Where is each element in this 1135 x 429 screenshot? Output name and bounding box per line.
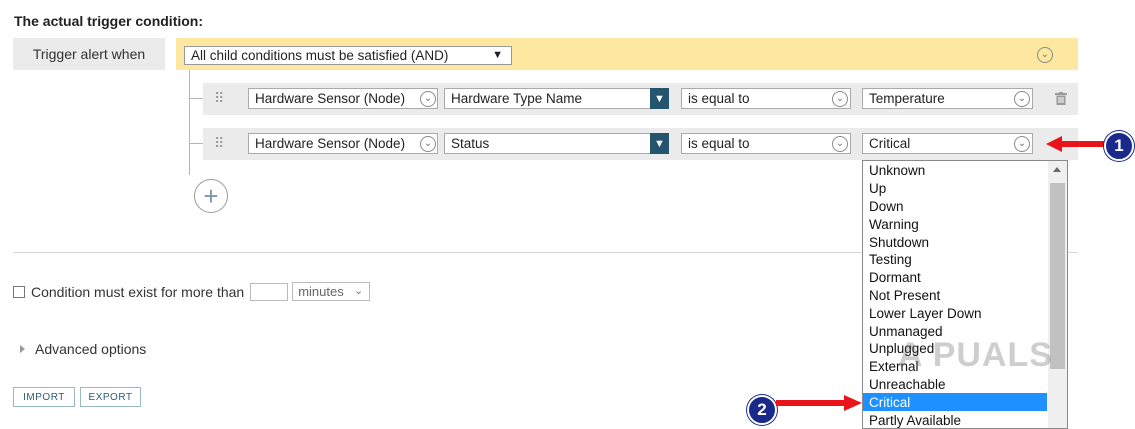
object-select-value: Hardware Sensor (Node)	[255, 136, 406, 151]
chevron-down-icon: ⌄	[354, 285, 364, 297]
combo-dropdown-button[interactable]: ▼	[650, 133, 669, 154]
value-select-value: Temperature	[869, 91, 945, 106]
dropdown-option[interactable]: Unreachable	[863, 376, 1047, 394]
combo-dropdown-button[interactable]: ▼	[650, 88, 669, 109]
drag-handle-icon[interactable]: ⠿	[214, 90, 224, 107]
dropdown-option[interactable]: Warning	[863, 215, 1047, 233]
duration-row: Condition must exist for more than minut…	[13, 282, 371, 301]
duration-label: Condition must exist for more than	[31, 283, 245, 300]
tree-branch	[189, 98, 203, 99]
dropdown-option[interactable]: Not Present	[863, 287, 1047, 305]
operator-select-value: is equal to	[688, 91, 750, 106]
chevron-down-icon: ▼	[492, 49, 503, 61]
drag-handle-icon[interactable]: ⠿	[214, 135, 224, 152]
chevron-down-icon: ⌄	[420, 91, 436, 107]
group-collapse-icon[interactable]: ⌄	[1037, 47, 1053, 63]
duration-input[interactable]	[250, 282, 289, 301]
caret-right-icon	[20, 345, 25, 353]
dropdown-option[interactable]: Critical	[863, 393, 1047, 412]
object-select[interactable]: Hardware Sensor (Node)	[248, 133, 438, 154]
operator-select-value: is equal to	[688, 136, 750, 151]
chevron-down-icon: ⌄	[832, 136, 848, 152]
annotation-badge-1: 1	[1104, 131, 1134, 161]
value-select-value: Critical	[869, 136, 911, 151]
duration-unit-value: minutes	[298, 284, 344, 299]
tree-line	[189, 70, 190, 175]
export-button[interactable]: EXPORT	[80, 387, 141, 407]
scroll-up-icon[interactable]	[1053, 167, 1061, 172]
dropdown-option[interactable]: Up	[863, 180, 1047, 198]
chevron-down-icon: ⌄	[1014, 91, 1030, 107]
annotation-badge-2: 2	[747, 395, 777, 425]
chevron-down-icon: ⌄	[1014, 136, 1030, 152]
annotation-arrow-2	[776, 395, 862, 411]
advanced-options-toggle[interactable]: Advanced options	[20, 341, 146, 357]
dropdown-option[interactable]: Lower Layer Down	[863, 304, 1047, 322]
dropdown-option[interactable]: Dormant	[863, 269, 1047, 287]
object-select-value: Hardware Sensor (Node)	[255, 91, 406, 106]
property-combo-value: Status	[451, 136, 490, 151]
watermark-logo: A PUALS	[898, 336, 1053, 374]
import-button[interactable]: IMPORT	[13, 387, 75, 407]
property-combo-value: Hardware Type Name	[451, 91, 583, 106]
object-select[interactable]: Hardware Sensor (Node)	[248, 88, 438, 109]
duration-unit-select[interactable]: minutes ⌄	[292, 282, 371, 301]
dropdown-option[interactable]: Testing	[863, 251, 1047, 269]
section-title: The actual trigger condition:	[14, 13, 204, 29]
dropdown-option[interactable]: Partly Available	[863, 411, 1047, 428]
property-combo-input[interactable]: Hardware Type Name	[444, 88, 651, 109]
value-select[interactable]: Temperature	[862, 88, 1033, 109]
operator-select[interactable]: is equal to	[681, 88, 851, 109]
annotation-arrow-1	[1046, 136, 1106, 152]
chevron-down-icon: ⌄	[420, 136, 436, 152]
tree-branch	[189, 143, 203, 144]
property-combo-input[interactable]: Status	[444, 133, 651, 154]
trigger-alert-label: Trigger alert when	[13, 38, 165, 70]
trash-icon[interactable]	[1055, 92, 1067, 105]
logic-select-value: All child conditions must be satisfied (…	[191, 48, 449, 63]
duration-checkbox[interactable]	[13, 285, 25, 298]
dropdown-option[interactable]: Unknown	[863, 162, 1047, 180]
logic-select[interactable]: All child conditions must be satisfied (…	[184, 46, 512, 65]
add-condition-button[interactable]: +	[194, 179, 228, 213]
chevron-down-icon: ⌄	[832, 91, 848, 107]
dropdown-option[interactable]: Down	[863, 198, 1047, 216]
dropdown-scrollbar[interactable]	[1048, 161, 1067, 428]
value-dropdown-list[interactable]: Unknown Up Down Warning Shutdown Testing Dorma…	[862, 160, 1068, 429]
value-select[interactable]: Critical	[862, 133, 1033, 154]
advanced-options-label: Advanced options	[35, 341, 147, 357]
dropdown-option[interactable]: Shutdown	[863, 233, 1047, 251]
operator-select[interactable]: is equal to	[681, 133, 851, 154]
